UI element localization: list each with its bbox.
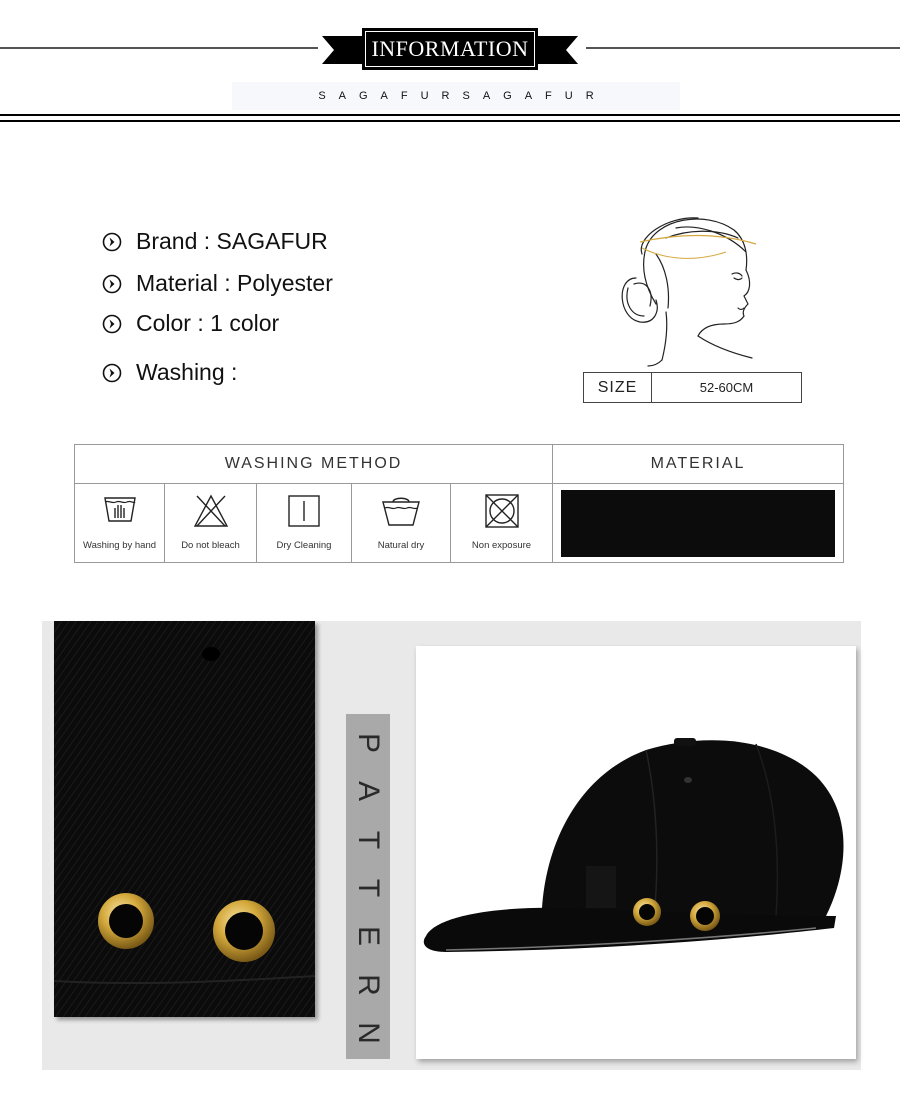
pattern-letter: E bbox=[351, 926, 385, 947]
chevron-circle-icon bbox=[102, 363, 122, 382]
washing-text: Washing : bbox=[136, 359, 238, 385]
chevron-circle-icon bbox=[102, 314, 122, 333]
size-value: 52-60CM bbox=[699, 380, 754, 395]
care-label: Dry Cleaning bbox=[276, 540, 332, 551]
material-swatch bbox=[561, 490, 835, 557]
pattern-letter: P bbox=[351, 732, 385, 754]
pattern-letter: A bbox=[351, 781, 385, 802]
material-header: MATERIAL bbox=[553, 445, 843, 484]
brand-text: Brand : SAGAFUR bbox=[136, 228, 328, 254]
size-table: SIZE 52-60CM bbox=[583, 372, 802, 403]
no-bleach-icon bbox=[193, 494, 228, 527]
no-sun-icon bbox=[484, 494, 519, 528]
material-text: Material : Polyester bbox=[136, 270, 333, 296]
title-ribbon: INFORMATION bbox=[322, 28, 578, 70]
care-table: WASHING METHOD MATERIAL Washing by hand … bbox=[74, 444, 844, 563]
care-cell-dry-clean: Dry Cleaning bbox=[257, 484, 352, 562]
divider-bottom bbox=[0, 120, 900, 122]
info-washing: Washing : bbox=[102, 359, 237, 386]
care-cell-hand-wash: Washing by hand bbox=[75, 484, 165, 562]
pattern-letter: T bbox=[351, 878, 385, 898]
care-label: Natural dry bbox=[377, 540, 425, 551]
care-cell-natural-dry: Natural dry bbox=[352, 484, 451, 562]
header-rule-right bbox=[586, 47, 900, 49]
chevron-circle-icon bbox=[102, 274, 122, 293]
hand-wash-icon bbox=[103, 497, 136, 522]
cap-closeup-image bbox=[54, 621, 315, 1017]
brand-tagline: SAGAFURSAGAFUR bbox=[232, 82, 680, 110]
care-label: Do not bleach bbox=[181, 540, 240, 551]
size-label: SIZE bbox=[584, 373, 652, 402]
color-text: Color : 1 color bbox=[136, 310, 280, 336]
care-cell-no-exposure: Non exposure bbox=[451, 484, 553, 562]
care-cell-no-bleach: Do not bleach bbox=[165, 484, 257, 562]
info-brand: Brand : SAGAFUR bbox=[102, 228, 328, 255]
cap-photo-card bbox=[416, 646, 856, 1059]
natural-dry-icon bbox=[382, 497, 420, 526]
header-rule-left bbox=[0, 47, 318, 49]
chevron-circle-icon bbox=[102, 232, 122, 251]
washing-method-header: WASHING METHOD bbox=[75, 445, 553, 484]
head-sketch-illustration bbox=[621, 217, 757, 367]
pattern-label: P A T T E R N bbox=[346, 728, 390, 1048]
care-label: Washing by hand bbox=[82, 540, 157, 551]
snapback-cap-image bbox=[423, 738, 844, 952]
info-material: Material : Polyester bbox=[102, 270, 333, 297]
info-color: Color : 1 color bbox=[102, 310, 279, 337]
pattern-letter: R bbox=[351, 973, 385, 996]
page-title: INFORMATION bbox=[362, 28, 538, 70]
dry-clean-icon bbox=[288, 495, 320, 527]
divider-top bbox=[0, 114, 900, 116]
pattern-letter: N bbox=[351, 1022, 385, 1044]
care-label: Non exposure bbox=[471, 540, 532, 551]
pattern-letter: T bbox=[351, 830, 385, 849]
